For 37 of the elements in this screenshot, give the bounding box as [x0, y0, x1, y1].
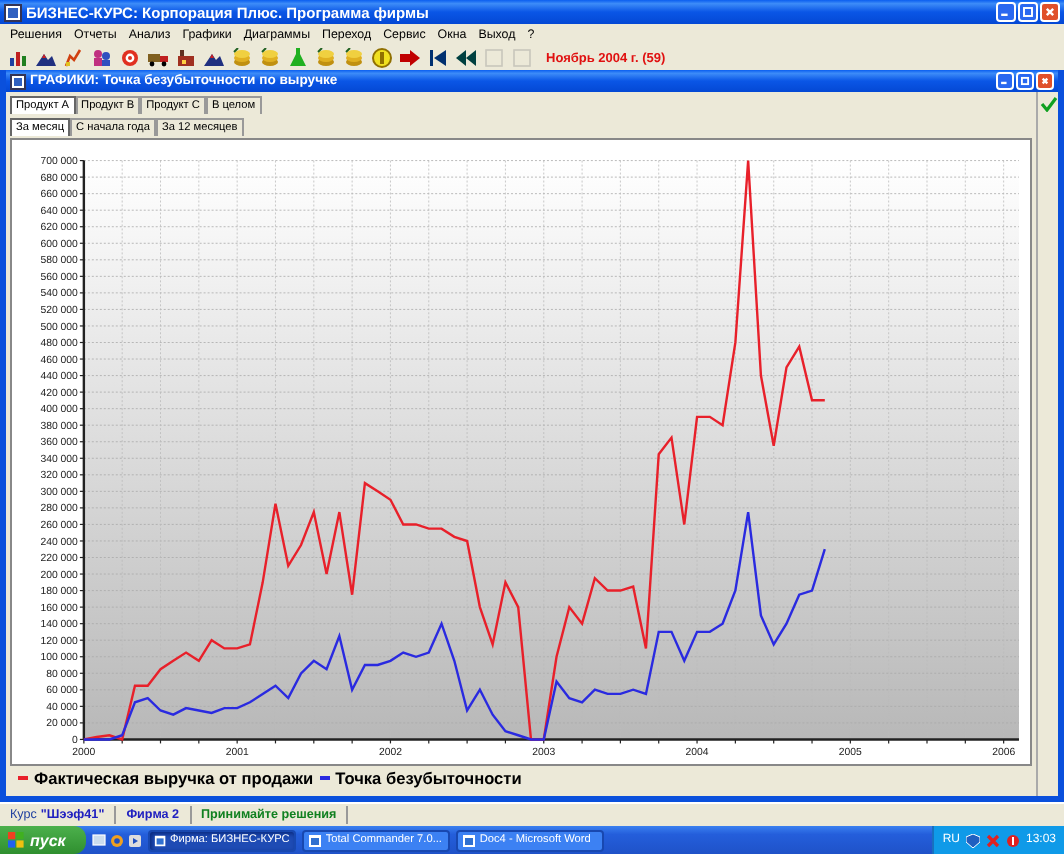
app-icon[interactable]: [4, 3, 22, 21]
people-icon[interactable]: [91, 48, 111, 68]
window-icon: [461, 833, 476, 847]
window-icon[interactable]: [10, 73, 26, 89]
windows-logo-icon: [8, 832, 24, 848]
checkmark-icon[interactable]: [1039, 96, 1057, 112]
warning-icon[interactable]: [1005, 833, 1020, 847]
window-icon: [307, 833, 322, 847]
close-icon: [1042, 4, 1058, 20]
legend-label: Точка безубыточности: [335, 768, 522, 788]
coins-icon[interactable]: [231, 48, 251, 68]
window-icon: [153, 833, 166, 847]
maximize-button[interactable]: [1016, 72, 1034, 90]
truck-icon[interactable]: [147, 48, 167, 68]
desktop-icon[interactable]: [91, 833, 106, 847]
close-button[interactable]: [1036, 72, 1054, 90]
close-button[interactable]: [1040, 2, 1060, 22]
maximize-icon: [1020, 4, 1036, 20]
media-icon[interactable]: [127, 833, 142, 847]
coins-icon[interactable]: [259, 48, 279, 68]
coins-icon[interactable]: [343, 48, 363, 68]
coins-icon[interactable]: [315, 48, 335, 68]
shield-icon[interactable]: [965, 833, 980, 847]
target-icon[interactable]: [119, 48, 139, 68]
arrow-icon[interactable]: [399, 48, 419, 68]
coin-icon[interactable]: [371, 48, 391, 68]
bar-chart-icon[interactable]: [7, 48, 27, 68]
skip-back-icon[interactable]: [427, 48, 447, 68]
minimize-button[interactable]: [996, 72, 1014, 90]
growth-chart-icon[interactable]: [63, 48, 83, 68]
close-icon: [1038, 74, 1052, 88]
maximize-button[interactable]: [1018, 2, 1038, 22]
maximize-icon: [1018, 74, 1032, 88]
factory-icon[interactable]: [175, 48, 195, 68]
legend-label: Фактическая выручка от продажи: [34, 768, 314, 788]
minimize-button[interactable]: [996, 2, 1016, 22]
browser-icon[interactable]: [109, 833, 124, 847]
